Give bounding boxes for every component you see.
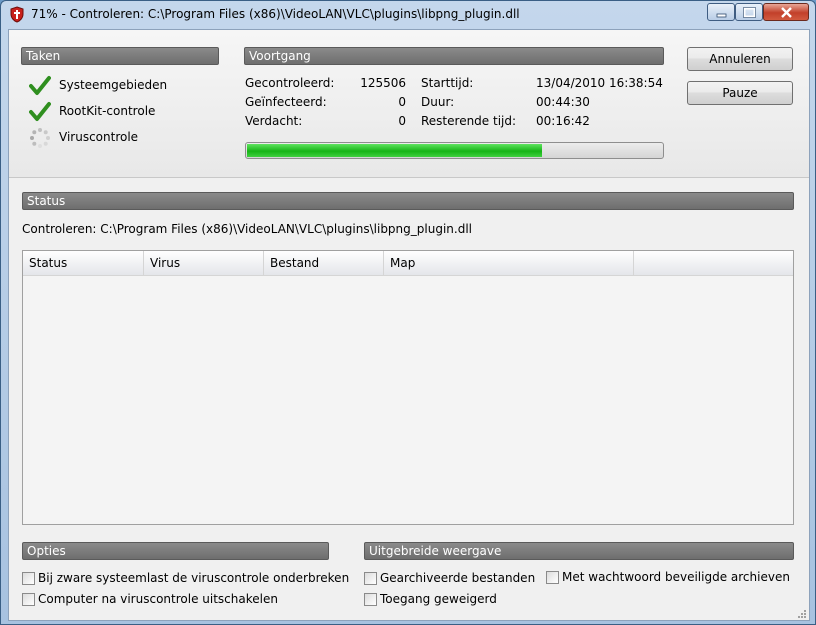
advanced-view-header: Uitgebreide weergave xyxy=(364,542,794,560)
checkbox[interactable] xyxy=(546,571,559,584)
checkbox-label: Bij zware systeemlast de viruscontrole o… xyxy=(38,571,350,585)
client-area: Taken Systeemgebieden RootKit-controle V… xyxy=(8,29,810,621)
suspicious-label: Verdacht: xyxy=(245,114,303,128)
pause-button[interactable]: Pauze xyxy=(687,81,793,105)
suspicious-value: 0 xyxy=(398,114,406,128)
cancel-button[interactable]: Annuleren xyxy=(687,47,793,71)
checkbox-label: Gearchiveerde bestanden xyxy=(380,571,536,585)
infected-label: Geïnfecteerd: xyxy=(245,95,327,109)
progress-header: Voortgang xyxy=(244,47,664,65)
maximize-button[interactable] xyxy=(735,3,763,21)
minimize-button[interactable] xyxy=(707,3,735,21)
column-header-folder[interactable]: Map xyxy=(384,251,634,275)
app-window: 71% - Controleren: C:\Program Files (x86… xyxy=(0,0,816,625)
progress-fill xyxy=(247,144,542,157)
shield-icon xyxy=(9,6,25,23)
scan-summary-panel: Taken Systeemgebieden RootKit-controle V… xyxy=(9,30,809,178)
checkmark-icon xyxy=(29,75,51,97)
column-header-status[interactable]: Status xyxy=(23,251,144,275)
checkbox-label: Met wachtwoord beveiligde archieven xyxy=(562,570,790,584)
infected-value: 0 xyxy=(398,95,406,109)
column-header-virus[interactable]: Virus xyxy=(144,251,264,275)
checkbox[interactable] xyxy=(22,593,35,606)
duration-label: Duur: xyxy=(421,95,455,109)
column-header-file[interactable]: Bestand xyxy=(264,251,384,275)
options-header: Opties xyxy=(22,542,329,560)
duration-value: 00:44:30 xyxy=(536,95,590,109)
remaining-time-value: 00:16:42 xyxy=(536,114,590,128)
spinner-icon xyxy=(29,127,51,149)
task-label: Systeemgebieden xyxy=(59,78,168,92)
close-button[interactable] xyxy=(763,3,809,21)
status-header: Status xyxy=(22,192,794,210)
table-header: Status Virus Bestand Map xyxy=(23,251,793,276)
checkbox-label: Toegang geweigerd xyxy=(380,592,497,606)
checkbox[interactable] xyxy=(22,572,35,585)
checked-value: 125506 xyxy=(360,76,406,90)
resize-grip-icon[interactable] xyxy=(797,608,807,618)
remaining-time-label: Resterende tijd: xyxy=(421,114,517,128)
tasks-header: Taken xyxy=(21,47,219,65)
current-file-status: Controleren: C:\Program Files (x86)\Vide… xyxy=(22,222,472,236)
start-time-label: Starttijd: xyxy=(421,76,474,90)
title-bar[interactable]: 71% - Controleren: C:\Program Files (x86… xyxy=(1,1,815,27)
results-table[interactable]: Status Virus Bestand Map xyxy=(22,250,794,525)
checkmark-icon xyxy=(29,101,51,123)
checkbox[interactable] xyxy=(364,572,377,585)
scan-progress-bar xyxy=(245,142,664,159)
checkbox[interactable] xyxy=(364,593,377,606)
task-label: RootKit-controle xyxy=(59,104,156,118)
task-label: Viruscontrole xyxy=(59,130,139,144)
window-title: 71% - Controleren: C:\Program Files (x86… xyxy=(31,7,520,21)
start-time-value: 13/04/2010 16:38:54 xyxy=(536,76,663,90)
checkbox-label: Computer na viruscontrole uitschakelen xyxy=(38,592,278,606)
checked-label: Gecontroleerd: xyxy=(245,76,335,90)
